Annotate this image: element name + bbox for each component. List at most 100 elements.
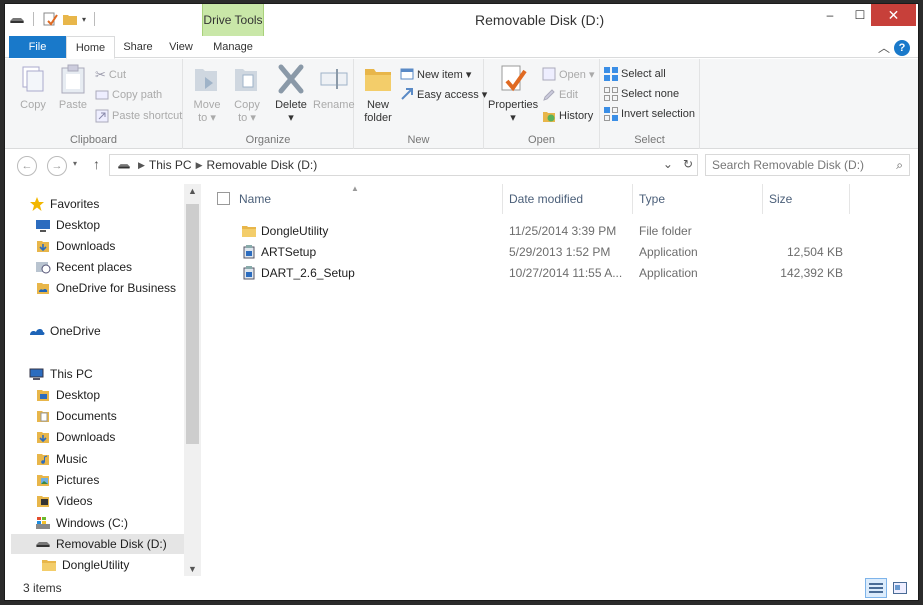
open-button[interactable]: Open ▾ [542, 67, 595, 81]
file-name: ARTSetup [261, 245, 317, 259]
nav-item[interactable]: Removable Disk (D:) [11, 534, 185, 554]
nav-item[interactable]: Windows (C:) [11, 513, 128, 533]
select-all-checkbox[interactable] [217, 192, 230, 205]
nav-item-label: Documents [56, 409, 117, 423]
tab-share[interactable]: Share [118, 36, 158, 58]
select-none-button[interactable]: Select none [604, 87, 679, 101]
copy-to-button[interactable]: Copy to ▾ [231, 63, 263, 125]
copy-path-button[interactable]: Copy path [95, 88, 162, 102]
up-button[interactable]: ↑ [93, 156, 100, 172]
invert-selection-button[interactable]: Invert selection [604, 107, 695, 121]
drive-icon [118, 164, 130, 169]
help-icon[interactable]: ? [894, 39, 910, 56]
back-button[interactable]: ← [17, 156, 37, 176]
easy-access-icon [401, 88, 413, 100]
address-bar[interactable]: ▶ This PC ▶ Removable Disk (D:) ⌄ ↻ [109, 154, 698, 176]
nav-item[interactable]: Desktop [11, 215, 100, 235]
status-bar: 3 items [5, 576, 918, 600]
nav-item[interactable]: Downloads [11, 236, 115, 256]
nav-item[interactable]: Recent places [11, 257, 132, 277]
search-icon[interactable]: ⌕ [896, 158, 903, 173]
recent-locations-icon[interactable]: ▾ [73, 159, 77, 168]
nav-item[interactable]: Favorites [11, 194, 99, 214]
paste-shortcut-button[interactable]: Paste shortcut [95, 109, 182, 123]
new-folder-button[interactable]: New folder [362, 63, 394, 125]
details-view-button[interactable] [865, 578, 887, 598]
scroll-down-arrow[interactable]: ▼ [184, 564, 201, 574]
nav-item-label: Removable Disk (D:) [56, 537, 167, 551]
title-bar: ▾ Drive Tools Removable Disk (D:) – ☐ ✕ [5, 4, 918, 36]
column-header-size[interactable]: Size [763, 184, 850, 214]
qat-dropdown-icon[interactable]: ▾ [82, 15, 86, 24]
nav-item[interactable]: DongleUtility [11, 555, 129, 575]
breadcrumb-separator-icon[interactable]: ▶ [138, 160, 145, 171]
move-to-button[interactable]: Move to ▾ [191, 63, 223, 125]
new-folder-icon[interactable] [62, 12, 78, 26]
nav-item[interactable]: Music [11, 449, 87, 469]
column-header-type[interactable]: Type [633, 184, 763, 214]
open-group-label: Open [528, 134, 555, 146]
forward-button[interactable]: → [47, 156, 67, 176]
nav-item[interactable]: This PC [11, 364, 93, 384]
select-all-label: Select all [621, 68, 666, 80]
file-row[interactable]: DART_2.6_Setup 10/27/2014 11:55 A... Appli… [203, 263, 903, 284]
cut-label: Cut [108, 69, 127, 81]
cut-button[interactable]: ✂ Cut [95, 67, 126, 83]
delete-dropdown-arrow: ▾ [288, 112, 294, 124]
tab-view[interactable]: View [165, 36, 197, 58]
minimize-button[interactable]: – [815, 4, 845, 26]
nav-item[interactable]: Pictures [11, 470, 99, 490]
nav-item[interactable]: Documents [11, 406, 117, 426]
select-all-button[interactable]: Select all [604, 67, 666, 81]
refresh-icon[interactable]: ↻ [683, 157, 693, 171]
large-icons-view-button[interactable] [889, 578, 911, 598]
close-button[interactable]: ✕ [871, 4, 916, 26]
navigation-scrollbar[interactable]: ▲ ▼ [184, 184, 201, 576]
copy-button[interactable]: Copy [17, 63, 49, 112]
easy-access-button[interactable]: Easy access ▾ [400, 87, 487, 101]
videos-icon [35, 494, 51, 508]
breadcrumb-this-pc[interactable]: This PC [149, 158, 192, 172]
new-item-button[interactable]: New item ▾ [400, 67, 471, 81]
properties-button[interactable]: Properties ▾ [488, 63, 538, 125]
minimize-ribbon-icon[interactable]: ︿ [878, 39, 890, 56]
file-type: Application [639, 266, 698, 280]
properties-icon[interactable] [42, 12, 58, 26]
delete-button[interactable]: Delete ▾ [275, 63, 307, 125]
downloads-icon [35, 430, 51, 444]
delete-label: Delete [275, 99, 307, 111]
file-row[interactable]: ARTSetup 5/29/2013 1:52 PM Application 12,5… [203, 242, 903, 263]
nav-item-label: Pictures [56, 473, 100, 487]
file-row[interactable]: DongleUtility 11/25/2014 3:39 PM File fold… [203, 221, 903, 242]
paste-icon [61, 64, 85, 94]
column-header-name[interactable]: Name [233, 184, 503, 214]
new-folder-label-2: folder [364, 112, 392, 124]
tab-file[interactable]: File [9, 36, 66, 58]
address-tools: ⌄ ↻ [663, 157, 693, 171]
breadcrumb-separator-icon[interactable]: ▶ [196, 160, 203, 171]
paste-button[interactable]: Paste [57, 63, 89, 112]
address-dropdown-icon[interactable]: ⌄ [663, 157, 673, 171]
scrollbar-thumb[interactable] [186, 204, 199, 444]
nav-item[interactable]: Videos [11, 491, 92, 511]
star-icon [29, 197, 45, 211]
history-button[interactable]: History [542, 109, 593, 123]
search-box[interactable]: Search Removable Disk (D:) ⌕ [705, 154, 910, 176]
file-name: DongleUtility [261, 224, 329, 238]
nav-item[interactable]: OneDrive [11, 321, 101, 341]
nav-item[interactable]: Downloads [11, 427, 115, 447]
search-placeholder: Search Removable Disk (D:) [712, 158, 865, 172]
nav-item[interactable]: OneDrive for Business [11, 278, 176, 298]
move-to-icon [195, 69, 217, 91]
tab-manage[interactable]: Manage [202, 36, 264, 58]
breadcrumb-removable-disk[interactable]: Removable Disk (D:) [207, 158, 318, 172]
tab-home[interactable]: Home [66, 36, 115, 59]
nav-item[interactable]: Desktop [11, 385, 100, 405]
edit-button[interactable]: Edit [542, 88, 578, 102]
column-header-date-modified[interactable]: Date modified [503, 184, 633, 214]
pictures-icon [35, 473, 51, 487]
rename-button[interactable]: Rename [313, 63, 355, 112]
drive-icon[interactable] [9, 12, 25, 26]
scroll-up-arrow[interactable]: ▲ [184, 186, 201, 196]
downloads-icon [35, 239, 51, 253]
